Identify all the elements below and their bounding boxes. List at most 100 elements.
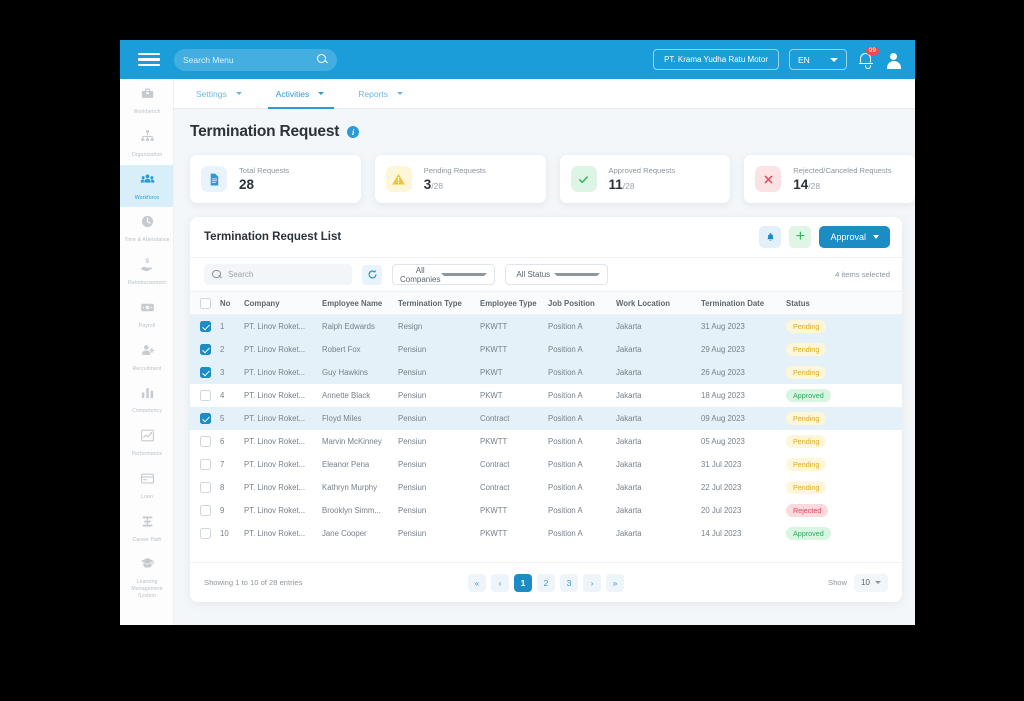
- sidebar-item-label: Time & Attendance: [124, 237, 170, 244]
- table-row[interactable]: 8 PT. Linov Roket... Kathryn Murphy Pensiun…: [190, 476, 902, 499]
- user-avatar-icon[interactable]: [885, 52, 901, 69]
- tab-label: Activities: [275, 88, 310, 99]
- search-input[interactable]: Search: [204, 264, 352, 285]
- pagination-button[interactable]: 1: [514, 573, 532, 592]
- table-row[interactable]: 5 PT. Linov Roket... Floyd Miles Pensiun Con…: [190, 407, 902, 430]
- row-checkbox[interactable]: [199, 482, 211, 493]
- row-checkbox-cell[interactable]: [190, 482, 220, 493]
- cell-employee-name: Floyd Miles: [322, 414, 362, 423]
- chevron-down-icon: [397, 92, 404, 95]
- sidebar-item-performance[interactable]: Performance: [120, 421, 173, 464]
- banknote-icon: [140, 300, 155, 320]
- refresh-button[interactable]: [362, 264, 382, 285]
- add-request-button[interactable]: +: [789, 226, 812, 248]
- company-filter-select[interactable]: All Companies: [392, 264, 495, 285]
- row-checkbox[interactable]: [199, 390, 211, 401]
- pagination-button[interactable]: 3: [560, 573, 578, 592]
- row-checkbox[interactable]: [199, 413, 211, 424]
- row-checkbox-cell[interactable]: [190, 321, 220, 332]
- cell-company: PT. Linov Roket...: [244, 345, 306, 354]
- row-checkbox[interactable]: [199, 459, 211, 470]
- sidebar-item-time-attendance[interactable]: Time & Attendance: [120, 207, 173, 250]
- cell-job-position: Position A: [548, 368, 583, 377]
- row-checkbox-cell[interactable]: [190, 367, 220, 378]
- table-row[interactable]: 4 PT. Linov Roket... Annette Black Pensiun P…: [190, 384, 902, 407]
- cell-status: Pending: [786, 458, 856, 471]
- menu-search-input[interactable]: Search Menu: [174, 48, 337, 71]
- language-selector[interactable]: EN: [789, 49, 847, 70]
- pagination-button[interactable]: «: [468, 573, 486, 592]
- sidebar-item-label: Workforce: [134, 194, 160, 201]
- page-size-select[interactable]: 10: [854, 573, 888, 592]
- row-checkbox-cell[interactable]: [190, 505, 220, 516]
- sidebar-item-recruitment[interactable]: Recruitment: [120, 336, 173, 379]
- sidebar-item-competency[interactable]: Competency: [120, 378, 173, 421]
- sidebar-item-reimbursement[interactable]: Reimbursement: [120, 250, 173, 293]
- pagination-button[interactable]: 2: [537, 573, 555, 592]
- sidebar-item-loan[interactable]: Loan: [120, 464, 173, 507]
- cell-no: 3: [220, 368, 225, 377]
- approval-button[interactable]: Approval: [819, 226, 890, 248]
- row-checkbox[interactable]: [199, 344, 211, 355]
- pagination-button[interactable]: ‹: [491, 573, 509, 592]
- column-header: Job Position: [548, 298, 595, 308]
- sidebar[interactable]: Workbench Organization Workforce Time & Att…: [120, 79, 174, 625]
- row-checkbox-cell[interactable]: [190, 413, 220, 424]
- company-selector[interactable]: PT. Krama Yudha Ratu Motor: [653, 49, 779, 70]
- page-title: Termination Request: [190, 123, 340, 140]
- column-header: Employee Type: [480, 298, 537, 308]
- table-row[interactable]: 3 PT. Linov Roket... Guy Hawkins Pensiun PKW…: [190, 361, 902, 384]
- cell-job-position: Position A: [548, 322, 583, 331]
- cell-employee-name: Robert Fox: [322, 345, 361, 354]
- table-row[interactable]: 2 PT. Linov Roket... Robert Fox Pensiun PKWT…: [190, 338, 902, 361]
- credit-card-icon: [140, 471, 155, 491]
- main-content: Termination Request i Total Requests 28 Pe…: [174, 109, 915, 625]
- table-row[interactable]: 6 PT. Linov Roket... Marvin McKinney Pensiu…: [190, 430, 902, 453]
- sidebar-item-label: Career Path: [132, 536, 162, 543]
- tab-reports[interactable]: Reports: [358, 79, 404, 109]
- hamburger-icon[interactable]: [132, 49, 166, 71]
- list-header: Termination Request List + Approval: [190, 217, 902, 257]
- row-checkbox-cell[interactable]: [190, 344, 220, 355]
- table-header-row: No Company Employee Name Termination Type Em…: [190, 291, 902, 315]
- list-bell-button[interactable]: [759, 226, 782, 248]
- cell-employee-name: Jane Cooper: [322, 529, 367, 538]
- stat-label: Total Requests: [239, 166, 290, 175]
- sidebar-item-learning-management-system[interactable]: Learning Management System: [120, 549, 173, 605]
- chevron-down-icon: [830, 57, 838, 62]
- tab-settings[interactable]: Settings: [196, 79, 242, 109]
- pagination-button[interactable]: ›: [583, 573, 601, 592]
- row-checkbox[interactable]: [199, 367, 211, 378]
- sidebar-item-payroll[interactable]: Payroll: [120, 293, 173, 336]
- select-all-checkbox-cell[interactable]: [190, 297, 220, 309]
- table-row[interactable]: 10 PT. Linov Roket... Jane Cooper Pensiun PK…: [190, 522, 902, 545]
- row-checkbox[interactable]: [199, 321, 211, 332]
- row-checkbox[interactable]: [199, 436, 211, 447]
- select-all-checkbox[interactable]: [199, 297, 211, 309]
- status-filter-select[interactable]: All Status: [505, 264, 608, 285]
- stat-value: 14/28: [793, 177, 821, 192]
- row-checkbox[interactable]: [199, 528, 211, 539]
- tab-activities[interactable]: Activities: [267, 79, 334, 109]
- pagination-button[interactable]: »: [606, 573, 624, 592]
- cell-termination-type: Pensiun: [398, 414, 427, 423]
- row-checkbox-cell[interactable]: [190, 459, 220, 470]
- sidebar-item-workforce[interactable]: Workforce: [120, 164, 173, 208]
- sidebar-item-career-path[interactable]: Career Path: [120, 507, 173, 550]
- table-row[interactable]: 9 PT. Linov Roket... Brooklyn Simm... Pensi…: [190, 499, 902, 522]
- cell-company: PT. Linov Roket...: [244, 506, 306, 515]
- notifications-button[interactable]: 99: [857, 46, 879, 69]
- table-row[interactable]: 1 PT. Linov Roket... Ralph Edwards Resign PK…: [190, 315, 902, 338]
- sidebar-item-workbench[interactable]: Workbench: [120, 79, 173, 122]
- row-checkbox-cell[interactable]: [190, 390, 220, 401]
- cell-no: 9: [220, 506, 225, 515]
- row-checkbox-cell[interactable]: [190, 528, 220, 539]
- info-icon[interactable]: i: [347, 126, 360, 138]
- pagination[interactable]: « ‹ 1 2 3 › »: [468, 573, 624, 592]
- page-size-value: 10: [861, 578, 870, 587]
- row-checkbox[interactable]: [199, 505, 211, 516]
- sidebar-item-organization[interactable]: Organization: [120, 122, 173, 165]
- hand-money-icon: [140, 257, 155, 277]
- row-checkbox-cell[interactable]: [190, 436, 220, 447]
- table-row[interactable]: 7 PT. Linov Roket... Eleanor Pena Pensiun Co…: [190, 453, 902, 476]
